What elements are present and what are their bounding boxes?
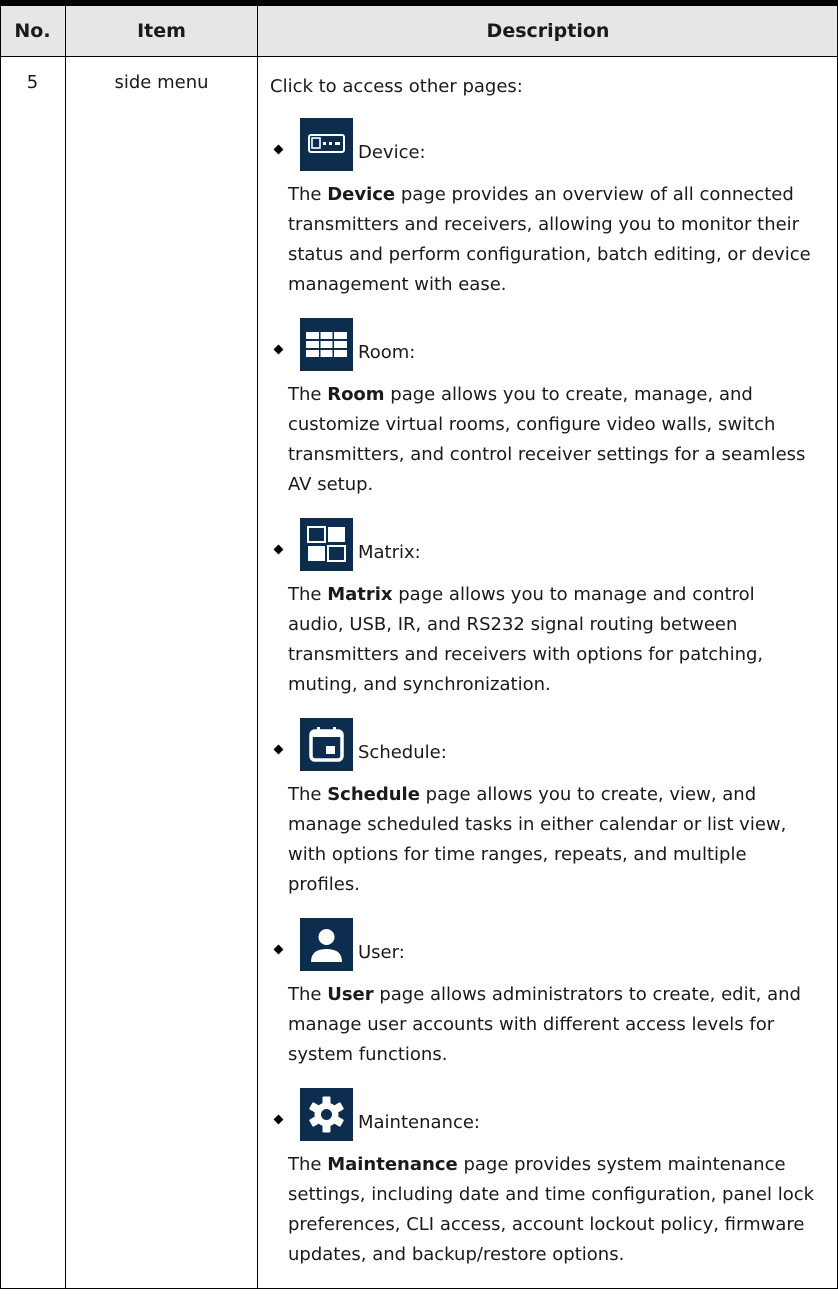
entry-label: Room: [358,342,416,363]
header-description: Description [486,20,610,42]
entry-label: Matrix: [358,542,421,563]
entry-description: The Maintenance page provides system mai… [270,1150,815,1270]
gear-icon [300,1088,353,1141]
schedule-icon [300,718,353,771]
table-bottom-rule [0,1288,838,1289]
bullet-row: User: [270,918,815,980]
menu-entry-user: User: The User page allows administrators… [270,918,815,1070]
entry-label: Maintenance: [358,1112,480,1133]
entry-pre: The [288,384,328,405]
bullet-diamond-icon [273,544,284,555]
entry-bold: Room [327,384,385,405]
bullet-diamond-icon [273,944,284,955]
bullet-row: Device: [270,118,815,180]
menu-entry-room: Room: The Room page allows you to create,… [270,318,815,500]
device-icon [300,118,353,171]
bullet-row: Schedule: [270,718,815,780]
description-intro: Click to access other pages: [270,76,523,97]
row-description: Click to access other pages: Device: The … [270,72,815,1270]
menu-entry-schedule: Schedule: The Schedule page allows you to… [270,718,815,900]
entry-bold: Device [327,184,396,205]
entry-label: Schedule: [358,742,447,763]
entry-pre: The [288,784,328,805]
entry-pre: The [288,984,328,1005]
entry-description: The Device page provides an overview of … [270,180,815,300]
menu-entry-device: Device: The Device page provides an overv… [270,118,815,300]
matrix-icon [300,518,353,571]
bullet-row: Maintenance: [270,1088,815,1150]
entry-pre: The [288,584,328,605]
entry-bold: Schedule [327,784,420,805]
user-icon [300,918,353,971]
room-icon [300,318,353,371]
bullet-row: Room: [270,318,815,380]
entry-label: Device: [358,142,426,163]
bullet-row: Matrix: [270,518,815,580]
bullet-diamond-icon [273,744,284,755]
bullet-diamond-icon [273,144,284,155]
entry-description: The Matrix page allows you to manage and… [270,580,815,700]
menu-entry-matrix: Matrix: The Matrix page allows you to man… [270,518,815,700]
entry-pre: The [288,1154,328,1175]
table-header: No. Item Description [0,6,838,57]
entry-description: The Schedule page allows you to create, … [270,780,815,900]
bullet-diamond-icon [273,1114,284,1125]
column-divider-2 [257,6,258,1289]
entry-description: The User page allows administrators to c… [270,980,815,1070]
entry-bold: User [327,984,374,1005]
header-item: Item [137,20,186,42]
entry-pre: The [288,184,328,205]
row-item: side menu [114,72,209,93]
border-left [0,6,1,1289]
header-no: No. [14,20,51,42]
column-divider-1 [65,6,66,1289]
entry-description: The Room page allows you to create, mana… [270,380,815,500]
menu-entry-maintenance: Maintenance: The Maintenance page provide… [270,1088,815,1270]
entry-label: User: [358,942,405,963]
row-number: 5 [26,72,39,93]
entry-bold: Matrix [327,584,393,605]
bullet-diamond-icon [273,344,284,355]
entry-bold: Maintenance [327,1154,458,1175]
